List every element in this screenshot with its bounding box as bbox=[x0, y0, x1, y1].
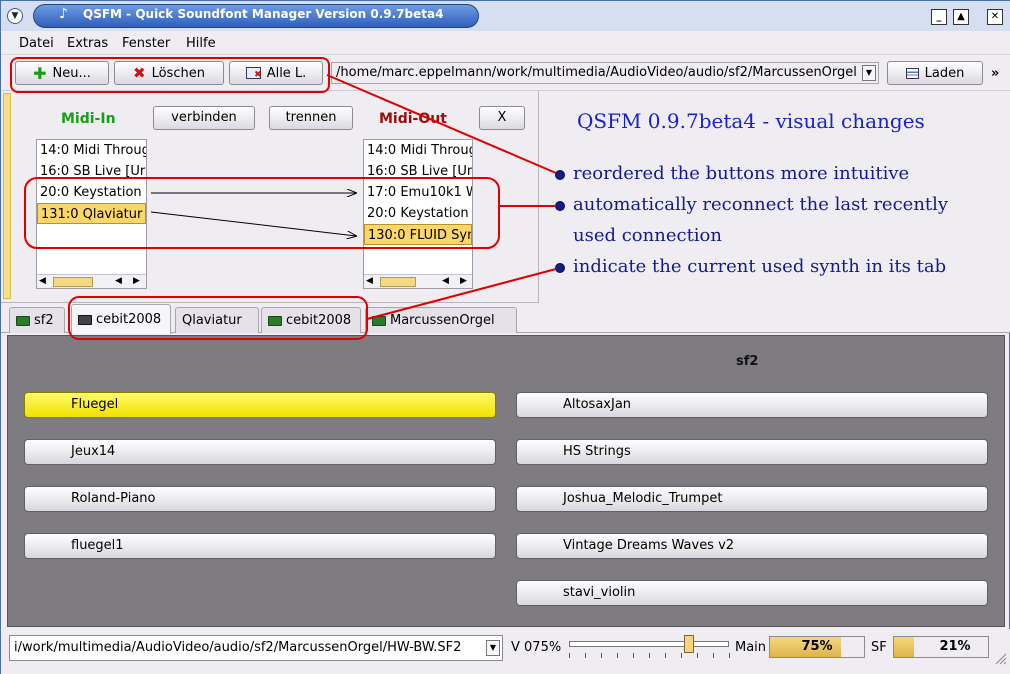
menu-datei[interactable]: Datei bbox=[19, 36, 54, 51]
info-title: QSFM 0.9.7beta4 - visual changes bbox=[577, 109, 925, 133]
toolbar: ✚ Neu... ✖ Löschen ✖ Alle L. /home/marc.… bbox=[1, 55, 1010, 91]
volume-ticks bbox=[569, 653, 730, 659]
toolbar-overflow-icon[interactable]: » bbox=[991, 66, 999, 81]
info-line: reordered the buttons more intuitive bbox=[573, 163, 910, 184]
tab-label: Qlaviatur bbox=[182, 313, 242, 328]
tab-cebit2008[interactable]: cebit2008 bbox=[261, 307, 361, 333]
bullet-icon bbox=[555, 170, 565, 180]
slider-tick bbox=[681, 653, 682, 658]
delete-all-button[interactable]: ✖ Alle L. bbox=[229, 61, 323, 85]
connection-line bbox=[150, 211, 356, 236]
soundfont-button[interactable]: AltosaxJan bbox=[516, 392, 988, 418]
info-line: indicate the current used synth in its t… bbox=[573, 256, 947, 277]
slider-tick bbox=[585, 653, 586, 658]
info-panel: QSFM 0.9.7beta4 - visual changes reorder… bbox=[541, 91, 1010, 303]
soundfont-button[interactable]: HS Strings bbox=[516, 439, 988, 465]
sf-level-meter: 21% bbox=[893, 636, 989, 658]
tab-sf2[interactable]: sf2 bbox=[9, 307, 65, 333]
close-icon[interactable]: ✕ bbox=[987, 9, 1003, 25]
app-logo-icon: ♪ bbox=[59, 6, 68, 22]
info-line: automatically reconnect the last recentl… bbox=[573, 194, 949, 215]
slider-tick bbox=[617, 653, 618, 658]
volume-label: V 075% bbox=[511, 640, 562, 655]
status-bar: i/work/multimedia/AudioVideo/audio/sf2/M… bbox=[1, 629, 1010, 674]
connection-lines bbox=[150, 91, 539, 303]
chevron-down-icon[interactable]: ▼ bbox=[862, 65, 876, 81]
slider-tick bbox=[633, 653, 634, 658]
tab-cebit2008-active[interactable]: cebit2008 bbox=[71, 304, 171, 334]
delete-button[interactable]: ✖ Löschen bbox=[114, 61, 224, 85]
new-button-label: Neu... bbox=[52, 65, 91, 81]
minimize-icon[interactable]: _ bbox=[931, 9, 947, 25]
load-button-label: Laden bbox=[924, 65, 965, 81]
soundfont-path-combo[interactable]: /home/marc.eppelmann/work/multimedia/Aud… bbox=[331, 62, 879, 84]
main-level-meter: 75% bbox=[769, 636, 865, 658]
main-label: Main bbox=[735, 640, 767, 655]
maximize-icon[interactable]: ▲ bbox=[953, 9, 969, 25]
tab-label: cebit2008 bbox=[96, 312, 162, 327]
synth-green-icon bbox=[16, 315, 30, 326]
slider-tick bbox=[569, 653, 570, 658]
title-bar[interactable]: ▼ ♪ QSFM - Quick Soundfont Manager Versi… bbox=[1, 1, 1010, 31]
tab-qlaviatur[interactable]: Qlaviatur bbox=[175, 307, 259, 333]
delete-icon: ✖ bbox=[133, 64, 146, 82]
soundfont-button[interactable]: stavi_violin bbox=[516, 580, 988, 606]
sf-level-value: 21% bbox=[939, 639, 971, 654]
tab-marcussenorgel[interactable]: MarcussenOrgel bbox=[365, 307, 517, 333]
content-heading: sf2 bbox=[736, 354, 759, 369]
menu-fenster[interactable]: Fenster bbox=[122, 36, 170, 51]
chevron-down-icon[interactable]: ▼ bbox=[486, 640, 500, 656]
delete-button-label: Löschen bbox=[151, 65, 205, 81]
soundfont-path-text: /home/marc.eppelmann/work/multimedia/Aud… bbox=[336, 65, 857, 80]
soundfont-button[interactable]: Vintage Dreams Waves v2 bbox=[516, 533, 988, 559]
delete-all-icon: ✖ bbox=[245, 67, 262, 80]
info-line: used connection bbox=[573, 225, 722, 246]
menu-hilfe[interactable]: Hilfe bbox=[186, 36, 216, 51]
plus-icon: ✚ bbox=[33, 63, 47, 83]
bullet-icon bbox=[555, 201, 565, 211]
current-file-combo[interactable]: i/work/multimedia/AudioVideo/audio/sf2/M… bbox=[9, 635, 503, 661]
soundfont-button[interactable]: Fluegel bbox=[24, 392, 496, 418]
delete-all-button-label: Alle L. bbox=[266, 65, 307, 81]
slider-tick bbox=[713, 653, 714, 658]
main-level-value: 75% bbox=[801, 639, 833, 654]
synth-green-icon bbox=[268, 315, 282, 326]
soundfont-button[interactable]: Joshua_Melodic_Trumpet bbox=[516, 486, 988, 512]
midi-panel: Midi-In verbinden trennen Midi-Out X 14:… bbox=[1, 91, 539, 303]
synth-green-icon bbox=[372, 315, 386, 326]
resize-grip-icon[interactable] bbox=[993, 651, 1007, 665]
volume-slider-handle[interactable] bbox=[684, 635, 694, 653]
load-button[interactable]: Laden bbox=[887, 61, 983, 85]
synth-tab-bar: sf2 cebit2008 Qlaviatur cebit2008 Marcus… bbox=[1, 303, 1010, 334]
window-title: QSFM - Quick Soundfont Manager Version 0… bbox=[83, 7, 444, 21]
menu-extras[interactable]: Extras bbox=[67, 36, 108, 51]
tab-label: cebit2008 bbox=[286, 313, 352, 328]
list-icon bbox=[905, 67, 919, 79]
bullet-icon bbox=[555, 263, 565, 273]
soundfont-button[interactable]: Jeux14 bbox=[24, 439, 496, 465]
slider-tick bbox=[601, 653, 602, 658]
tab-label: MarcussenOrgel bbox=[390, 313, 495, 328]
synth-grey-icon bbox=[78, 314, 92, 325]
tab-label: sf2 bbox=[34, 313, 54, 328]
slider-tick bbox=[729, 653, 730, 658]
slider-tick bbox=[665, 653, 666, 658]
sf-label: SF bbox=[871, 640, 887, 655]
new-button[interactable]: ✚ Neu... bbox=[15, 61, 109, 85]
menu-bar: Datei Extras Fenster Hilfe bbox=[1, 31, 1010, 55]
soundfont-area: sf2 Fluegel Jeux14 Roland-Piano fluegel1 Al… bbox=[7, 335, 1005, 627]
window-menu-icon[interactable]: ▼ bbox=[7, 8, 23, 24]
main-window: ▼ ♪ QSFM - Quick Soundfont Manager Versi… bbox=[0, 0, 1010, 674]
current-file-text: i/work/multimedia/AudioVideo/audio/sf2/M… bbox=[14, 640, 462, 655]
slider-tick bbox=[649, 653, 650, 658]
soundfont-button[interactable]: Roland-Piano bbox=[24, 486, 496, 512]
slider-tick bbox=[697, 653, 698, 658]
soundfont-button[interactable]: fluegel1 bbox=[24, 533, 496, 559]
volume-slider-track[interactable] bbox=[569, 641, 729, 647]
